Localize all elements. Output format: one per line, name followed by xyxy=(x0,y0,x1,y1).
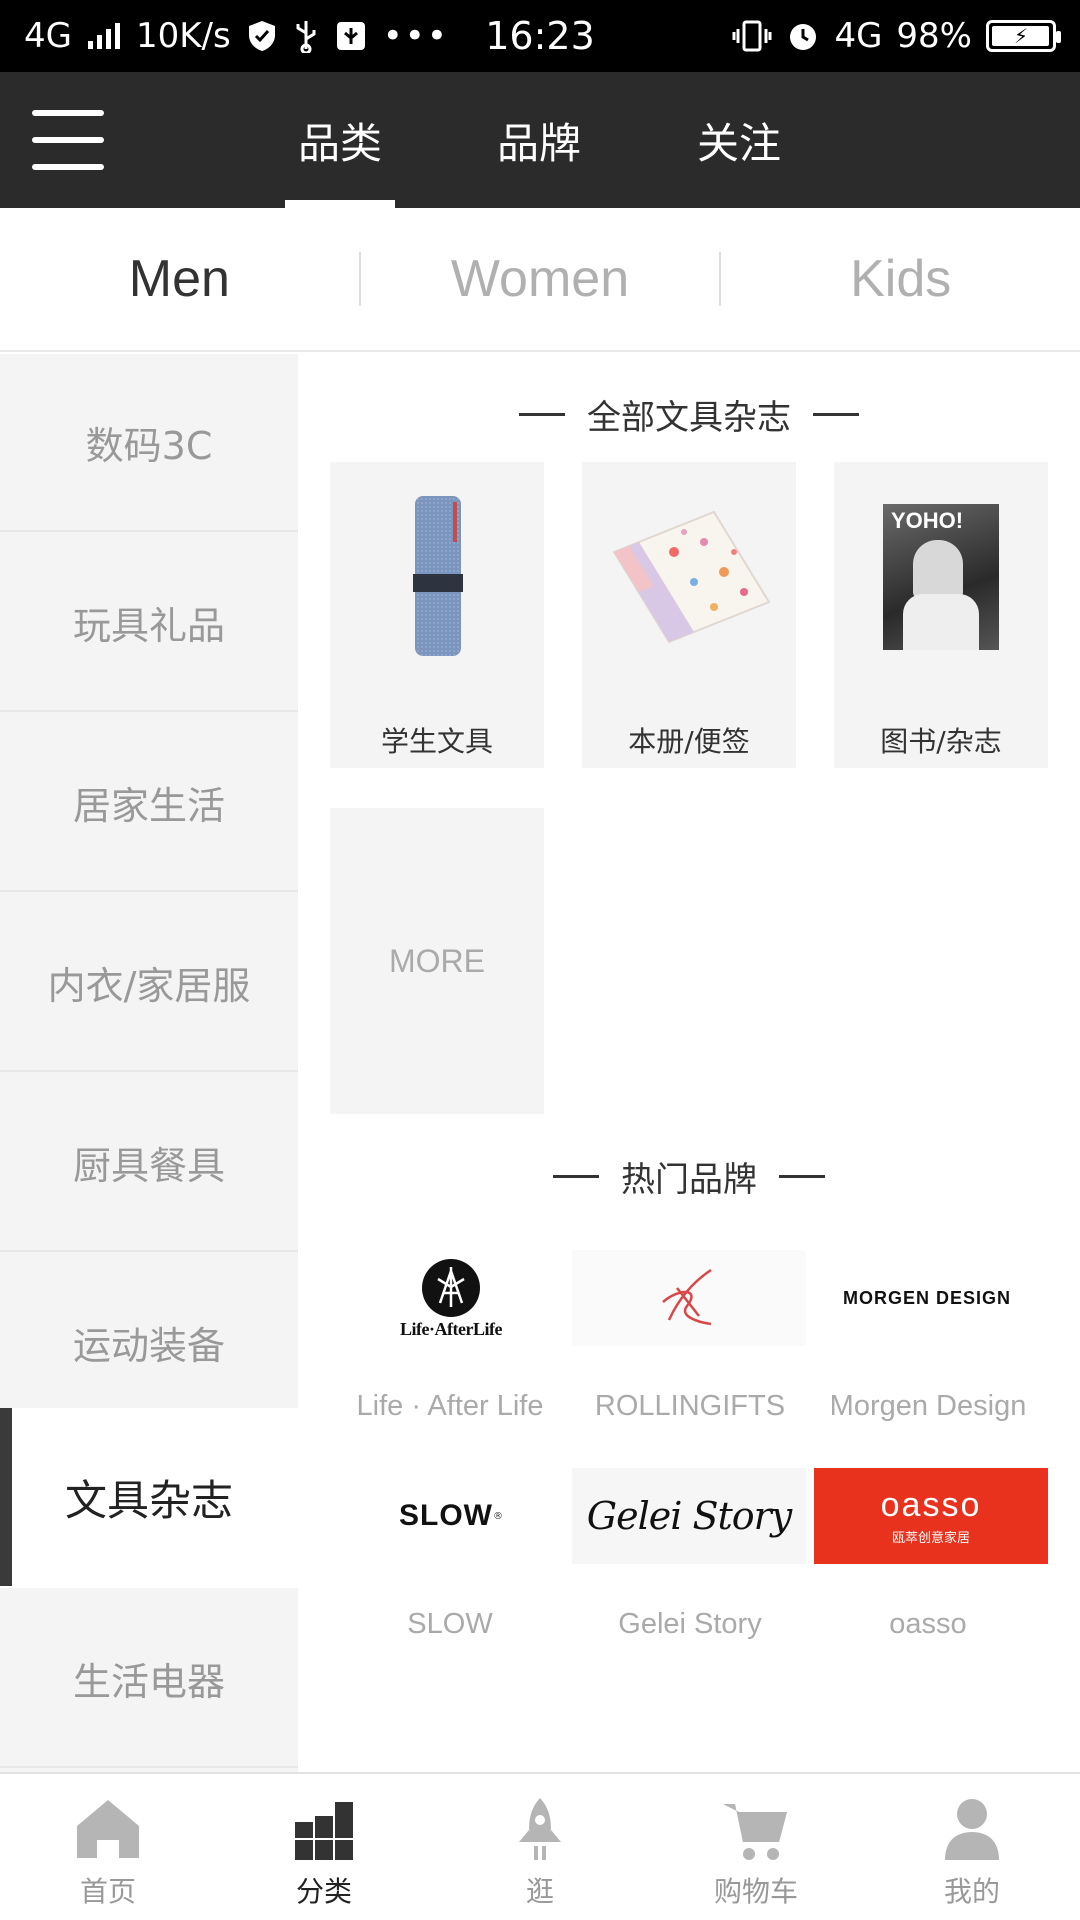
category-label: 图书/杂志 xyxy=(880,725,1002,758)
vibrate-icon xyxy=(732,20,772,52)
bottom-tab-label: 逛 xyxy=(525,1875,554,1908)
brand-logo-text: MORGEN DESIGN xyxy=(842,1287,1011,1308)
category-icon xyxy=(295,1802,353,1860)
brand-logo-slow[interactable]: SLOW ® xyxy=(334,1468,568,1564)
title-dash xyxy=(553,1175,599,1178)
magazine-cover-image: YOHO! xyxy=(834,462,1048,692)
bottom-tab-label: 购物车 xyxy=(713,1875,798,1908)
brand-logo-rollingifts[interactable] xyxy=(572,1250,806,1346)
brand-logo-gelei-story[interactable]: Gelei Story xyxy=(572,1468,806,1564)
brand-logo-morgen-design[interactable]: MORGEN DESIGN xyxy=(810,1250,1044,1346)
status-right: 4G 98% ⚡ xyxy=(732,16,1061,56)
sidebar-item-stationery[interactable]: 文具杂志 xyxy=(0,1408,298,1588)
tab-category[interactable]: 品类 xyxy=(285,72,395,208)
shield-icon xyxy=(248,21,275,51)
brand-name[interactable]: Morgen Design xyxy=(808,1390,1048,1423)
bottom-tab-label: 我的 xyxy=(943,1875,1000,1908)
bottom-tab-label: 分类 xyxy=(295,1875,352,1908)
sidebar-item-sports[interactable]: 运动装备 xyxy=(0,1254,298,1432)
gender-tab-women[interactable]: Women xyxy=(361,249,720,309)
home-icon xyxy=(77,1800,139,1858)
category-content: 全部文具杂志 学生文具 本册/便签 YOHO! 图书/杂志 MORE 热门品牌 … xyxy=(298,354,1080,1774)
signal-icon xyxy=(87,23,120,49)
tab-follow-label: 关注 xyxy=(696,118,781,168)
rollingifts-mark xyxy=(662,1268,712,1326)
brand-name[interactable]: SLOW xyxy=(330,1608,570,1641)
sidebar-item-appliances[interactable]: 生活电器 xyxy=(0,1590,298,1768)
brand-section-title: 热门品牌 xyxy=(298,1152,1080,1201)
title-dash xyxy=(813,413,859,416)
sidebar-item-kitchenware[interactable]: 厨具餐具 xyxy=(0,1074,298,1252)
category-label: 本册/便签 xyxy=(628,725,750,758)
category-tile-student-stationery[interactable]: 学生文具 xyxy=(330,462,544,768)
menu-icon[interactable] xyxy=(32,110,104,170)
usb-icon xyxy=(296,21,316,53)
category-section-title-text: 全部文具杂志 xyxy=(587,398,791,438)
category-tile-books-magazines[interactable]: YOHO! 图书/杂志 xyxy=(834,462,1048,768)
sidebar-item-underwear[interactable]: 内衣/家居服 xyxy=(0,894,298,1072)
brand-logo-oasso[interactable]: oasso 瓯萃创意家居 xyxy=(814,1468,1048,1564)
gender-tab-bar: Men Women Kids xyxy=(0,208,1080,352)
brand-logo-text: oasso xyxy=(880,1486,982,1524)
network-speed: 10K/s xyxy=(135,16,231,56)
bottom-tab-profile[interactable]: 我的 xyxy=(864,1774,1080,1920)
network-type: 4G xyxy=(24,16,72,56)
tab-brand[interactable]: 品牌 xyxy=(484,72,594,208)
usb-debug-icon xyxy=(336,22,365,50)
title-dash xyxy=(519,413,565,416)
bottom-tab-category[interactable]: 分类 xyxy=(216,1774,432,1920)
more-icon: ••• xyxy=(382,16,449,56)
alarm-icon xyxy=(790,24,817,50)
brand-section-title-text: 热门品牌 xyxy=(621,1160,757,1200)
magazine-logo: YOHO! xyxy=(891,508,964,533)
sidebar-item-home-living[interactable]: 居家生活 xyxy=(0,714,298,892)
brand-logo-text: Life·AfterLife xyxy=(400,1318,502,1339)
brand-logo-life-after-life[interactable]: Life·AfterLife xyxy=(334,1250,568,1346)
bottom-tab-home[interactable]: 首页 xyxy=(0,1774,216,1920)
battery-icon: ⚡ xyxy=(986,20,1061,52)
bottom-tab-bar: 首页 分类 逛 购物车 我的 xyxy=(0,1772,1080,1920)
more-button[interactable]: MORE xyxy=(330,808,544,1114)
category-sidebar: 数码3C 玩具礼品 居家生活 内衣/家居服 厨具餐具 运动装备 文具杂志 生活电… xyxy=(0,354,298,1774)
pencil-case-image xyxy=(330,462,544,692)
brand-logo-text: SLOW xyxy=(399,1499,493,1532)
status-left: 4G 10K/s ••• xyxy=(24,16,449,56)
bottom-tab-cart[interactable]: 购物车 xyxy=(648,1774,864,1920)
status-bar: 4G 10K/s ••• 16:23 4G 98% ⚡ xyxy=(0,0,1080,72)
tree-logo-icon xyxy=(421,1258,480,1317)
brand-logo-subtext: 瓯萃创意家居 xyxy=(891,1531,970,1546)
tab-follow[interactable]: 关注 xyxy=(684,72,794,208)
sidebar-item-toys-gifts[interactable]: 玩具礼品 xyxy=(0,534,298,712)
category-section-title: 全部文具杂志 xyxy=(298,390,1080,439)
top-nav: 品类 品牌 关注 xyxy=(0,72,1080,208)
title-dash xyxy=(779,1175,825,1178)
notebook-image xyxy=(582,462,796,692)
profile-icon xyxy=(945,1799,999,1860)
brand-name[interactable]: ROLLINGIFTS xyxy=(570,1390,810,1423)
brand-name[interactable]: Life · After Life xyxy=(330,1390,570,1423)
sidebar-item-digital[interactable]: 数码3C xyxy=(0,354,298,532)
gender-tab-kids[interactable]: Kids xyxy=(721,249,1080,309)
brand-logo-text: Gelei Story xyxy=(586,1494,793,1538)
battery-percent: 98% xyxy=(896,16,972,56)
gender-tab-men[interactable]: Men xyxy=(0,249,359,309)
brand-name[interactable]: oasso xyxy=(808,1608,1048,1641)
tab-category-label: 品类 xyxy=(297,118,382,168)
brand-name[interactable]: Gelei Story xyxy=(570,1608,810,1641)
bottom-tab-label: 首页 xyxy=(79,1875,136,1908)
cart-icon xyxy=(723,1804,787,1860)
rocket-icon xyxy=(519,1798,561,1860)
tab-brand-label: 品牌 xyxy=(496,118,581,168)
category-label: 学生文具 xyxy=(380,725,493,758)
category-tile-notebooks[interactable]: 本册/便签 xyxy=(582,462,796,768)
bottom-tab-explore[interactable]: 逛 xyxy=(432,1774,648,1920)
data-type: 4G xyxy=(834,16,883,56)
